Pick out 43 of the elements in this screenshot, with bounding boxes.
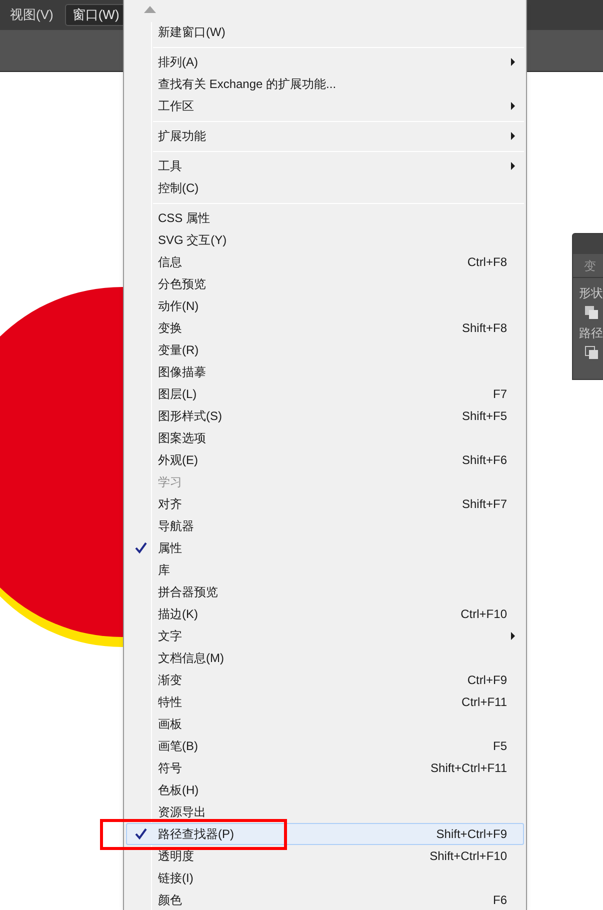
menu-item[interactable]: 画板 (126, 713, 524, 735)
menu-item[interactable]: 属性 (126, 537, 524, 559)
panel-section-label: 形状 (579, 286, 603, 300)
menu-item[interactable]: 画笔(B) F5 (126, 735, 524, 757)
menu-item[interactable]: 颜色 F6 (126, 889, 524, 910)
menu-item[interactable]: 查找有关 Exchange 的扩展功能... (126, 73, 524, 95)
menu-item[interactable]: 描边(K) Ctrl+F10 (126, 603, 524, 625)
menu-item[interactable]: 工作区 (126, 95, 524, 117)
menu-item[interactable]: 特性 Ctrl+F11 (126, 691, 524, 713)
menu-item[interactable]: 图案选项 (126, 427, 524, 449)
menu-item[interactable]: 文档信息(M) (126, 647, 524, 669)
menu-item[interactable]: 资源导出 (126, 801, 524, 823)
menu-item[interactable]: 变量(R) (126, 339, 524, 361)
menu-item[interactable]: 变换 Shift+F8 (126, 317, 524, 339)
menu-item[interactable]: 链接(I) (126, 867, 524, 889)
menu-item[interactable]: 透明度 Shift+Ctrl+F10 (126, 845, 524, 867)
menu-item[interactable]: 路径查找器(P) Shift+Ctrl+F9 (126, 823, 524, 845)
menu-item[interactable]: 排列(A) (126, 51, 524, 73)
menu-item[interactable]: 符号 Shift+Ctrl+F11 (126, 757, 524, 779)
menu-item[interactable]: 库 (126, 559, 524, 581)
menu-item[interactable]: 信息 Ctrl+F8 (126, 251, 524, 273)
menu-item[interactable]: SVG 交互(Y) (126, 229, 524, 251)
menu-item[interactable]: 图形样式(S) Shift+F5 (126, 405, 524, 427)
menu-item[interactable]: 新建窗口(W) (126, 21, 524, 43)
menu-item[interactable]: 导航器 (126, 515, 524, 537)
menu-item[interactable]: 控制(C) (126, 177, 524, 199)
menu-item[interactable]: 分色预览 (126, 273, 524, 295)
menu-item[interactable]: 图层(L) F7 (126, 383, 524, 405)
square-shapes-icon[interactable] (585, 306, 599, 320)
menu-item[interactable]: 拼合器预览 (126, 581, 524, 603)
menu-item[interactable]: 图像描摹 (126, 361, 524, 383)
menu-item[interactable]: 工具 (126, 155, 524, 177)
panel-section-label: 路径 (579, 326, 603, 340)
menu-item[interactable]: 文字 (126, 625, 524, 647)
menu-item[interactable]: 扩展功能 (126, 125, 524, 147)
menu-item[interactable]: 色板(H) (126, 779, 524, 801)
menu-item[interactable]: 外观(E) Shift+F6 (126, 449, 524, 471)
overlapping-squares-icon[interactable] (585, 346, 599, 360)
menu-item[interactable]: 渐变 Ctrl+F9 (126, 669, 524, 691)
menu-item[interactable]: 对齐 Shift+F7 (126, 493, 524, 515)
menu-bar-item[interactable]: 视图(V) (4, 4, 60, 26)
menu-item[interactable]: CSS 属性 (126, 207, 524, 229)
menu-item[interactable]: 动作(N) (126, 295, 524, 317)
